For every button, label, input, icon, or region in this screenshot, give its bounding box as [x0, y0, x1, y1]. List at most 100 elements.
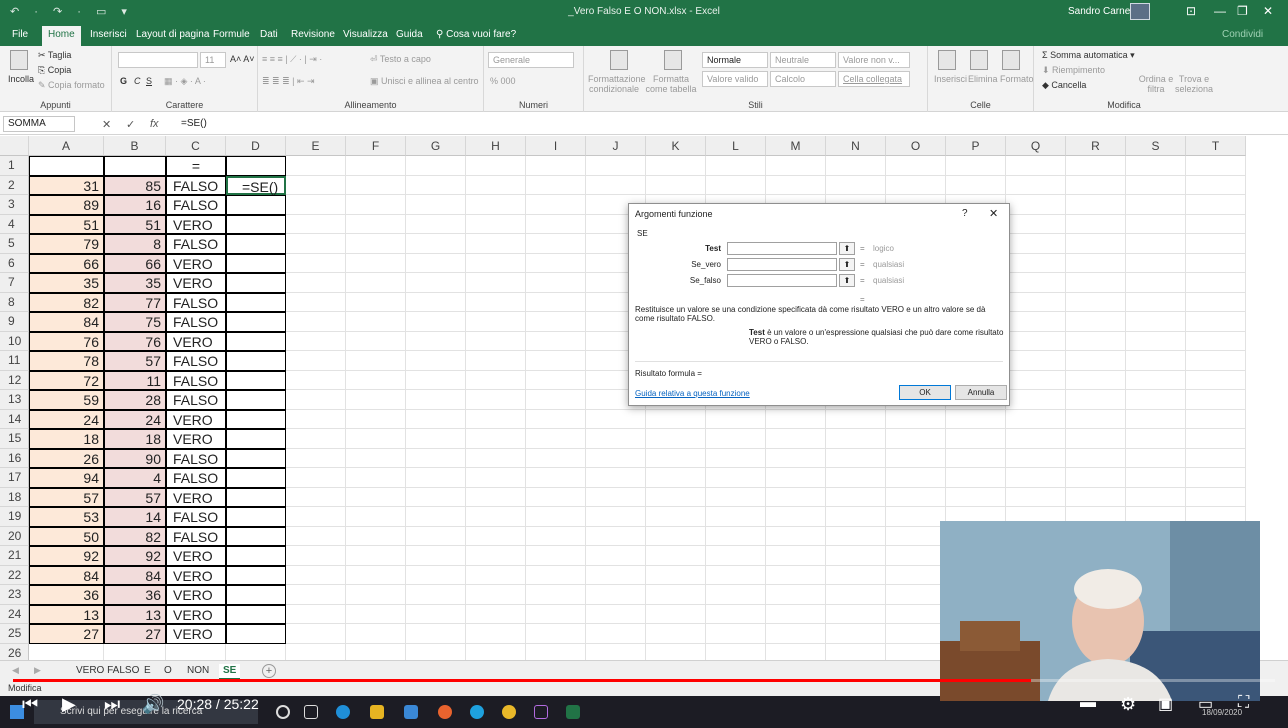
grid-cell[interactable] — [346, 292, 406, 312]
grid-cell[interactable] — [346, 214, 406, 234]
grid-cell[interactable] — [826, 546, 886, 566]
grid-cell[interactable] — [766, 156, 826, 176]
tab-file[interactable]: File — [12, 29, 28, 40]
grid-cell[interactable] — [526, 273, 586, 293]
grid-cell[interactable] — [286, 448, 346, 468]
grid-cell[interactable] — [526, 429, 586, 449]
column-header-d[interactable]: D — [226, 136, 286, 156]
sheet-tab-non[interactable]: NON — [183, 664, 213, 680]
grid-cell[interactable] — [1006, 351, 1066, 371]
format-as-table-icon[interactable] — [664, 50, 682, 70]
grid-cell[interactable] — [286, 468, 346, 488]
grid-cell[interactable] — [346, 351, 406, 371]
cell-a[interactable]: 72 — [29, 370, 104, 390]
row-header[interactable]: 26 — [0, 643, 29, 660]
grid-cell[interactable] — [346, 468, 406, 488]
column-header-q[interactable]: Q — [1006, 136, 1066, 156]
grid-cell[interactable] — [406, 273, 466, 293]
cell-c[interactable]: VERO — [166, 624, 226, 644]
column-header-m[interactable]: M — [766, 136, 826, 156]
grid-cell[interactable] — [766, 546, 826, 566]
grid-cell[interactable] — [466, 351, 526, 371]
grid-cell[interactable] — [1006, 331, 1066, 351]
grid-cell[interactable] — [346, 448, 406, 468]
grid-cell[interactable] — [466, 409, 526, 429]
align-top-icon[interactable]: ≡ ≡ ≡ | ⟋ · | ⇥ · — [262, 54, 322, 65]
grid-cell[interactable] — [766, 585, 826, 605]
grid-cell[interactable] — [586, 409, 646, 429]
row-header[interactable]: 2 — [0, 175, 29, 195]
row-header[interactable]: 15 — [0, 429, 29, 449]
grid-cell[interactable] — [104, 156, 166, 176]
grid-cell[interactable] — [226, 292, 286, 312]
grid-cell[interactable] — [466, 448, 526, 468]
wrap-text-button[interactable]: ⏎ Testo a capo — [370, 54, 431, 65]
grid-cell[interactable] — [226, 390, 286, 410]
conditional-formatting-icon[interactable] — [610, 50, 628, 70]
cell-c[interactable]: FALSO — [166, 312, 226, 332]
grid-cell[interactable] — [286, 546, 346, 566]
row-header[interactable]: 4 — [0, 214, 29, 234]
tell-me-search[interactable]: ⚲ Cosa vuoi fare? — [436, 29, 516, 40]
sheet-tab-o[interactable]: O — [160, 664, 176, 680]
grid-cell[interactable] — [826, 507, 886, 527]
grid-cell[interactable] — [586, 643, 646, 660]
grid-cell[interactable] — [826, 624, 886, 644]
cell-b[interactable]: 24 — [104, 409, 166, 429]
fill-button[interactable]: ⬇ Riempimento — [1042, 65, 1105, 76]
grid-cell[interactable] — [286, 390, 346, 410]
argument-input-se-vero[interactable] — [727, 258, 837, 271]
row-header[interactable]: 13 — [0, 390, 29, 410]
name-box[interactable]: SOMMA — [3, 116, 75, 132]
cell-c[interactable]: FALSO — [166, 507, 226, 527]
grid-cell[interactable] — [286, 195, 346, 215]
miniplayer-icon[interactable]: ▣ — [1158, 694, 1173, 714]
grid-cell[interactable] — [706, 175, 766, 195]
grid-cell[interactable] — [886, 546, 946, 566]
grid-cell[interactable] — [346, 604, 406, 624]
add-sheet-button[interactable]: + — [262, 664, 276, 678]
grid-cell[interactable] — [226, 526, 286, 546]
grid-cell[interactable] — [1126, 487, 1186, 507]
grid-cell[interactable] — [406, 390, 466, 410]
grid-cell[interactable] — [466, 370, 526, 390]
grid-cell[interactable] — [1006, 156, 1066, 176]
cell-b[interactable]: 51 — [104, 214, 166, 234]
grid-cell[interactable] — [826, 585, 886, 605]
cell-a[interactable]: 78 — [29, 351, 104, 371]
cell-a[interactable]: 18 — [29, 429, 104, 449]
cell-b[interactable]: 66 — [104, 253, 166, 273]
grid-cell[interactable] — [706, 487, 766, 507]
grid-cell[interactable] — [1186, 253, 1246, 273]
grid-cell[interactable] — [826, 526, 886, 546]
grid-cell[interactable] — [1066, 195, 1126, 215]
grid-cell[interactable] — [346, 175, 406, 195]
next-icon[interactable]: ⏭ — [104, 694, 120, 715]
row-header[interactable]: 3 — [0, 195, 29, 215]
grid-cell[interactable] — [406, 643, 466, 660]
grid-cell[interactable] — [1066, 234, 1126, 254]
cell-b[interactable]: 36 — [104, 585, 166, 605]
grid-cell[interactable] — [1066, 429, 1126, 449]
grid-cell[interactable] — [1006, 273, 1066, 293]
grid-cell[interactable] — [766, 409, 826, 429]
tab-formulas[interactable]: Formule — [213, 29, 250, 40]
grid-cell[interactable] — [886, 429, 946, 449]
cell-c[interactable]: VERO — [166, 585, 226, 605]
cell-c[interactable]: FALSO — [166, 195, 226, 215]
argument-input-se-falso[interactable] — [727, 274, 837, 287]
autosum-button[interactable]: Σ Somma automatica ▾ — [1042, 50, 1135, 61]
settings-gear-icon[interactable]: ⚙ — [1120, 694, 1136, 715]
cell-c[interactable]: FALSO — [166, 234, 226, 254]
grid-cell[interactable] — [166, 643, 226, 660]
cell-a[interactable]: 82 — [29, 292, 104, 312]
style-valore-non-valido[interactable]: Valore non v... — [838, 52, 910, 68]
cell-c[interactable]: VERO — [166, 546, 226, 566]
column-header-k[interactable]: K — [646, 136, 706, 156]
cell-b[interactable]: 90 — [104, 448, 166, 468]
grid-cell[interactable] — [1186, 351, 1246, 371]
cell-a[interactable]: 94 — [29, 468, 104, 488]
cell-c[interactable]: VERO — [166, 273, 226, 293]
grid-cell[interactable] — [346, 234, 406, 254]
grid-cell[interactable] — [526, 624, 586, 644]
